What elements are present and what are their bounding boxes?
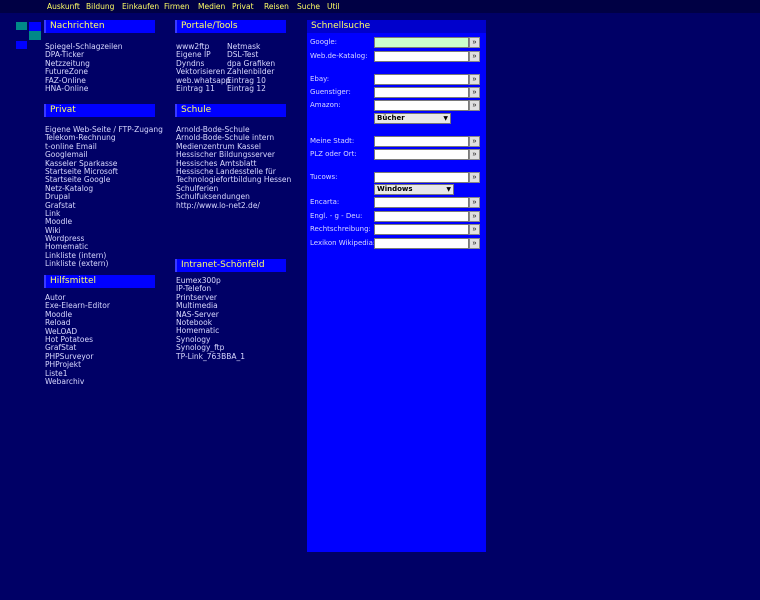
- tucows-os-value: Windows: [377, 185, 413, 193]
- meine-stadt-button[interactable]: »: [469, 136, 480, 147]
- amazon-category-select[interactable]: Bücher ▼: [374, 113, 451, 124]
- search-row-meine-stadt: Meine Stadt: »: [310, 136, 485, 147]
- webde-label: Web.de-Katalog:: [310, 52, 368, 60]
- link-eintrag-11[interactable]: Eintrag 11: [176, 84, 215, 93]
- amazon-search-input[interactable]: [374, 100, 469, 111]
- nav-privat[interactable]: Privat: [232, 2, 254, 11]
- section-title-privat: Privat: [44, 104, 155, 117]
- link-tp-link[interactable]: TP-Link_763BBA_1: [176, 352, 245, 361]
- encarta-input[interactable]: [374, 197, 469, 208]
- logo-square-teal-2: [29, 31, 41, 40]
- webde-search-input[interactable]: [374, 51, 469, 62]
- section-title-schnellsuche: Schnellsuche: [307, 20, 486, 33]
- wikipedia-input[interactable]: [374, 238, 469, 249]
- section-title-nachrichten: Nachrichten: [44, 20, 155, 33]
- nav-einkaufen[interactable]: Einkaufen: [122, 2, 159, 11]
- rechtschreibung-button[interactable]: »: [469, 224, 480, 235]
- nav-auskunft[interactable]: Auskunft: [47, 2, 80, 11]
- wikipedia-label: Lexikon Wikipedia:: [310, 239, 376, 247]
- nav-suche[interactable]: Suche: [297, 2, 320, 11]
- hilfsmittel-list: Autor Exe-Elearn-Editor Moodle Reload We…: [45, 293, 110, 386]
- link-webarchiv[interactable]: Webarchiv: [45, 377, 84, 386]
- link-hna[interactable]: HNA-Online: [45, 84, 88, 93]
- meine-stadt-input[interactable]: [374, 136, 469, 147]
- search-row-plz: PLZ oder Ort: »: [310, 149, 485, 160]
- nav-util[interactable]: Util: [327, 2, 340, 11]
- ebay-label: Ebay:: [310, 75, 330, 83]
- rechtschreibung-label: Rechtschreibung:: [310, 225, 371, 233]
- guenstiger-search-button[interactable]: »: [469, 87, 480, 98]
- tucows-input[interactable]: [374, 172, 469, 183]
- meine-stadt-label: Meine Stadt:: [310, 137, 355, 145]
- section-title-portale: Portale/Tools: [175, 20, 286, 33]
- guenstiger-label: Guenstiger:: [310, 88, 351, 96]
- engl-deu-input[interactable]: [374, 211, 469, 222]
- intranet-list: Eumex300p IP-Telefon Printserver Multime…: [176, 276, 245, 361]
- search-row-google: Google: »: [310, 37, 485, 48]
- nav-firmen[interactable]: Firmen: [164, 2, 189, 11]
- webde-search-button[interactable]: »: [469, 51, 480, 62]
- logo-square-blue-2: [29, 22, 41, 31]
- link-eintrag-12[interactable]: Eintrag 12: [227, 84, 266, 93]
- logo-square-blue: [16, 41, 27, 49]
- nav-bildung[interactable]: Bildung: [86, 2, 114, 11]
- nav-medien[interactable]: Medien: [198, 2, 225, 11]
- tucows-label: Tucows:: [310, 173, 338, 181]
- tucows-os-select[interactable]: Windows ▼: [374, 184, 454, 195]
- search-row-webde: Web.de-Katalog: »: [310, 51, 485, 62]
- google-search-button[interactable]: »: [469, 37, 480, 48]
- schule-list: Arnold-Bode-Schule Arnold-Bode-Schule in…: [176, 125, 291, 210]
- plz-input[interactable]: [374, 149, 469, 160]
- logo-square-teal: [16, 22, 27, 30]
- search-row-encarta: Encarta: »: [310, 197, 485, 208]
- search-row-engl-deu: Engl. - g - Deu: »: [310, 211, 485, 222]
- search-row-ebay: Ebay: »: [310, 74, 485, 85]
- plz-button[interactable]: »: [469, 149, 480, 160]
- portale-list-1: www2ftp Eigene IP Dyndns Vektorisieren w…: [176, 42, 230, 93]
- section-title-hilfsmittel: Hilfsmittel: [44, 275, 155, 288]
- section-title-schule: Schule: [175, 104, 286, 117]
- tucows-button[interactable]: »: [469, 172, 480, 183]
- nachrichten-list: Spiegel-Schlagzeilen DPA-Ticker Netzzeit…: [45, 42, 123, 93]
- search-row-wikipedia: Lexikon Wikipedia: »: [310, 238, 485, 249]
- google-label: Google:: [310, 38, 338, 46]
- engl-deu-button[interactable]: »: [469, 211, 480, 222]
- privat-list: Eigene Web-Seite / FTP-Zugang Telekom-Re…: [45, 125, 163, 269]
- wikipedia-button[interactable]: »: [469, 238, 480, 249]
- section-title-intranet: Intranet-Schönfeld: [175, 259, 286, 272]
- ebay-search-input[interactable]: [374, 74, 469, 85]
- search-row-tucows: Tucows: »: [310, 172, 485, 183]
- top-navigation-bar: Auskunft Bildung Einkaufen Firmen Medien…: [0, 0, 760, 13]
- link-linkliste-extern[interactable]: Linkliste (extern): [45, 259, 108, 268]
- rechtschreibung-input[interactable]: [374, 224, 469, 235]
- nav-reisen[interactable]: Reisen: [264, 2, 289, 11]
- amazon-category-value: Bücher: [377, 114, 405, 122]
- search-row-amazon: Amazon: »: [310, 100, 485, 111]
- search-row-guenstiger: Guenstiger: »: [310, 87, 485, 98]
- engl-deu-label: Engl. - g - Deu:: [310, 212, 363, 220]
- plz-label: PLZ oder Ort:: [310, 150, 357, 158]
- chevron-down-icon: ▼: [446, 186, 451, 193]
- search-row-rechtschreibung: Rechtschreibung: »: [310, 224, 485, 235]
- chevron-down-icon: ▼: [443, 115, 448, 122]
- amazon-label: Amazon:: [310, 101, 341, 109]
- link-lo-net2[interactable]: http://www.lo-net2.de/: [176, 201, 260, 210]
- amazon-search-button[interactable]: »: [469, 100, 480, 111]
- portale-list-2: Netmask DSL-Test dpa Grafiken Zahlenbild…: [227, 42, 275, 93]
- encarta-button[interactable]: »: [469, 197, 480, 208]
- guenstiger-search-input[interactable]: [374, 87, 469, 98]
- ebay-search-button[interactable]: »: [469, 74, 480, 85]
- google-search-input[interactable]: [374, 37, 469, 48]
- encarta-label: Encarta:: [310, 198, 340, 206]
